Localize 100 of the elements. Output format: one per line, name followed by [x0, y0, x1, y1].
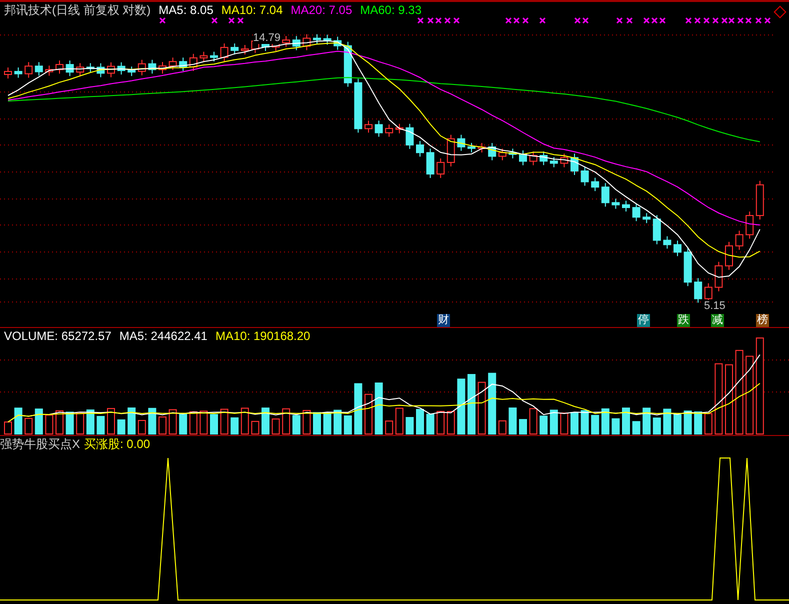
volume-bar: [313, 412, 321, 434]
candlestick: [446, 134, 455, 167]
candlestick: [436, 158, 445, 178]
candlestick: [14, 66, 22, 78]
volume-bar: [580, 410, 589, 434]
volume-bar: [498, 420, 506, 434]
volume-bar: [704, 413, 712, 434]
volume-bar: [374, 382, 383, 434]
candlestick: [478, 142, 486, 153]
volume-bar: [436, 410, 445, 434]
diamond-icon: [774, 6, 786, 18]
candlestick: [540, 151, 548, 166]
candlestick: [354, 78, 362, 134]
volume-bar: [66, 412, 74, 434]
candlestick: [282, 36, 290, 48]
volume-bar: [344, 415, 352, 434]
candlestick: [117, 62, 126, 76]
volume-bar: [56, 410, 64, 434]
moving-average-value: MA10: 7.04: [221, 2, 283, 18]
candlestick: [56, 60, 64, 74]
volume-bar: [168, 409, 177, 434]
volume-bar: [14, 408, 22, 434]
volume-bar: [34, 408, 43, 434]
candlestick: [45, 65, 54, 76]
volume-bar: [230, 417, 239, 434]
candlestick: [468, 142, 476, 153]
volume-bar: [179, 413, 188, 434]
price-label: 5.15: [704, 300, 726, 312]
volume-bar: [550, 410, 558, 434]
candlestick: [580, 166, 589, 186]
volume-bar: [251, 420, 260, 434]
volume-bar: [652, 418, 661, 434]
volume-bar: [725, 364, 733, 434]
chart-title: 邦讯技术(日线 前复权 对数): [4, 2, 151, 18]
moving-average-value: MA60: 9.33: [360, 2, 422, 18]
volume-bar: [24, 418, 33, 434]
volume-bar: [642, 408, 651, 434]
volume-bar: [158, 416, 166, 434]
candlestick: [313, 34, 321, 44]
candlestick: [488, 142, 496, 161]
candlestick: [34, 62, 43, 76]
candlestick: [756, 180, 764, 220]
candlestick: [406, 123, 414, 150]
candlestick: [364, 120, 372, 134]
candlestick: [663, 236, 672, 250]
candlestick: [508, 148, 517, 159]
candlestick: [66, 60, 74, 77]
candlestick: [457, 134, 466, 152]
indicator-value: 买涨股: 0.00: [84, 436, 150, 452]
candlestick: [179, 57, 188, 72]
candlestick: [158, 61, 166, 74]
volume-bar: [148, 408, 156, 434]
event-badge: 榜: [756, 314, 769, 327]
volume-bar: [302, 410, 311, 434]
volume-bar: [663, 408, 672, 434]
candlestick: [4, 66, 12, 79]
volume-bar: [612, 418, 620, 434]
volume-bar: [416, 408, 424, 434]
volume-bar: [632, 421, 640, 434]
candlestick: [96, 62, 105, 78]
volume-value: MA5: 244622.41: [119, 328, 208, 344]
candlestick: [107, 62, 115, 78]
volume-bar: [446, 411, 455, 434]
volume-bar: [560, 412, 568, 434]
volume-bar: [282, 408, 290, 434]
candlestick: [674, 240, 682, 257]
volume-bar: [385, 420, 394, 434]
volume-bar: [540, 416, 548, 434]
volume-bar: [591, 414, 600, 434]
volume-bar: [488, 372, 496, 434]
candlestick: [395, 123, 404, 134]
volume-value: MA10: 190168.20: [215, 328, 310, 344]
candlestick: [694, 278, 702, 304]
volume-bar: [96, 416, 105, 434]
volume-bar: [272, 418, 280, 434]
candlestick: [560, 153, 568, 168]
candlestick: [168, 57, 177, 70]
volume-bar: [4, 422, 12, 434]
volume-bar: [714, 363, 723, 434]
volume-bar: [529, 408, 538, 434]
candlestick: [570, 153, 578, 176]
candlestick: [642, 212, 651, 224]
volume-bar: [292, 415, 300, 434]
candlestick: [622, 200, 630, 212]
volume-bar: [468, 374, 476, 434]
volume-bar: [684, 410, 692, 434]
volume-bar: [220, 408, 228, 434]
volume-bar: [395, 408, 404, 434]
volume-bar: [200, 410, 208, 434]
volume-bar: [45, 414, 54, 434]
volume-bar: [354, 383, 362, 434]
event-badge: 跌: [677, 314, 690, 327]
candlestick: [735, 230, 744, 250]
candlestick: [426, 148, 434, 178]
event-badge: 减: [711, 314, 724, 327]
candlestick: [323, 34, 332, 46]
volume-bar: [694, 411, 702, 434]
moving-average-value: MA20: 7.05: [290, 2, 352, 18]
volume-bar: [189, 411, 198, 434]
event-badge: 财: [437, 314, 450, 327]
